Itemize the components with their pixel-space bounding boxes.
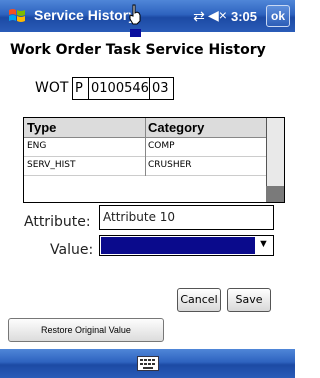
app-title: Service History [34, 7, 136, 23]
cell-type: ENG [27, 141, 47, 151]
keyboard-icon[interactable] [137, 356, 159, 371]
column-divider [145, 118, 146, 176]
value-dropdown[interactable]: ▼ [99, 235, 274, 256]
volume-muted-icon[interactable]: ◀× [208, 7, 227, 24]
dropdown-arrow-icon[interactable]: ▼ [258, 238, 269, 250]
ok-button[interactable]: ok [266, 5, 290, 27]
cell-category: COMP [148, 141, 175, 151]
title-bar: Service History ⇄ ◀× 3:05 ok [0, 0, 295, 37]
grid-empty-area [24, 176, 266, 202]
wot-number-field[interactable]: 0100546 [88, 77, 150, 100]
grid-scrollbar[interactable] [266, 118, 284, 202]
attribute-field[interactable]: Attribute 10 [99, 205, 274, 230]
clock[interactable]: 3:05 [231, 9, 257, 24]
cursor-marker [130, 29, 141, 37]
cell-type: SERV_HIST [27, 160, 76, 170]
cancel-button[interactable]: Cancel [177, 288, 221, 312]
attribute-label: Attribute: [24, 214, 91, 230]
sync-icon[interactable]: ⇄ [191, 8, 207, 24]
windows-flag-icon[interactable] [7, 6, 27, 26]
wot-task-field[interactable]: 03 [149, 77, 174, 100]
column-header-type[interactable]: Type [27, 120, 56, 135]
wot-type-field[interactable]: P [72, 77, 89, 100]
value-label: Value: [50, 242, 94, 258]
service-history-grid[interactable]: Type Category ENG COMP SERV_HIST CRUSHER [23, 117, 285, 203]
wot-label: WOT [35, 80, 69, 96]
column-header-category[interactable]: Category [148, 120, 204, 135]
page-title: Work Order Task Service History [10, 42, 266, 58]
restore-original-value-button[interactable]: Restore Original Value [8, 318, 164, 342]
value-selected [101, 237, 255, 254]
hand-cursor-icon [129, 4, 141, 25]
cell-category: CRUSHER [148, 160, 192, 170]
save-button[interactable]: Save [227, 288, 271, 312]
bottom-bar [0, 349, 295, 378]
scrollbar-track[interactable] [266, 118, 284, 186]
